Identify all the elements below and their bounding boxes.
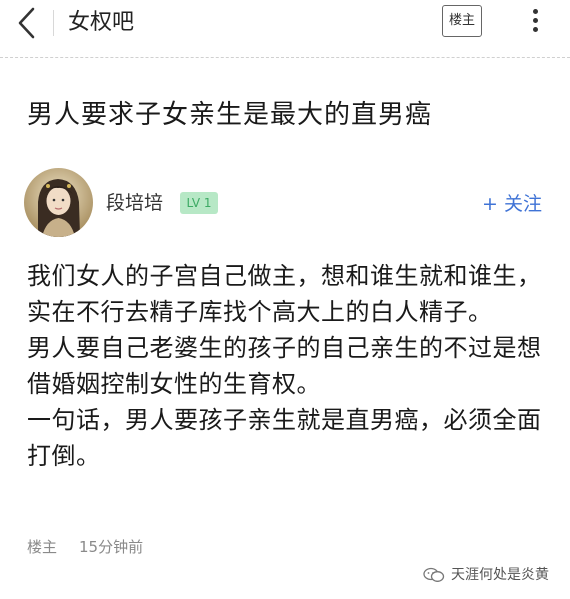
post-time: 15分钟前 — [79, 538, 144, 556]
follow-button[interactable]: + 关注 — [482, 190, 542, 218]
watermark: 天涯何处是炎黄 — [423, 565, 549, 585]
post-paragraph: 我们女人的子宫自己做主，想和谁生就和谁生，实在不行去精子库找个高大上的白人精子。 — [27, 262, 542, 326]
forum-title: 女权吧 — [68, 10, 135, 35]
top-bar: 女权吧 楼主 — [0, 0, 570, 46]
header-separator — [0, 57, 570, 58]
avatar[interactable] — [24, 168, 93, 237]
post-body: 我们女人的子宫自己做主，想和谁生就和谁生，实在不行去精子库找个高大上的白人精子。… — [27, 258, 552, 474]
op-only-button[interactable]: 楼主 — [442, 5, 482, 37]
author-tag: 楼主 — [27, 538, 58, 556]
avatar-image — [24, 168, 93, 237]
header-divider — [53, 10, 54, 36]
watermark-text: 天涯何处是炎黄 — [451, 567, 549, 583]
more-options-icon[interactable] — [524, 6, 546, 38]
back-button[interactable] — [12, 6, 42, 40]
wechat-icon — [423, 567, 445, 582]
username[interactable]: 段培培 — [106, 190, 163, 216]
post-paragraph: 男人要自己老婆生的孩子的自己亲生的不过是想借婚姻控制女性的生育权。 — [27, 334, 542, 398]
level-badge: LV 1 — [180, 192, 218, 214]
post-title: 男人要求子女亲生是最大的直男癌 — [27, 100, 433, 130]
chevron-left-icon — [18, 7, 35, 39]
post-paragraph: 一句话，男人要孩子亲生就是直男癌，必须全面打倒。 — [27, 406, 542, 470]
